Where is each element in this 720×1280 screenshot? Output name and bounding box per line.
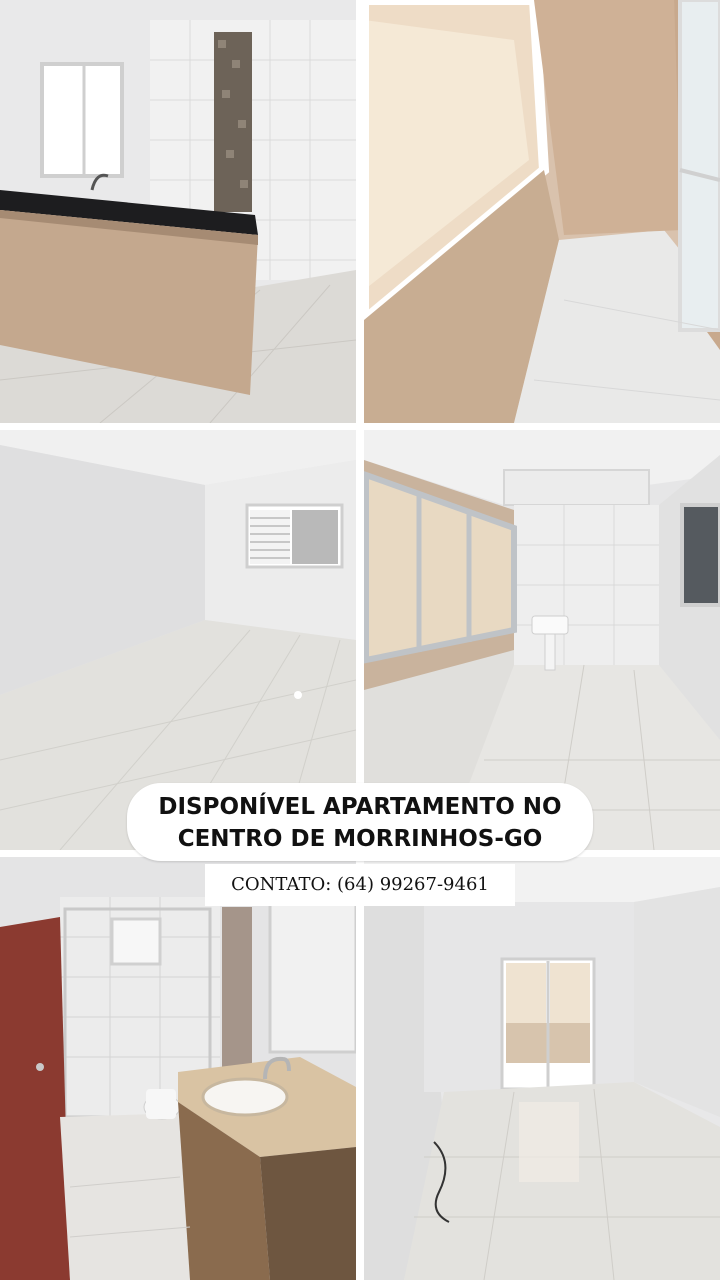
headline-banner: DISPONÍVEL APARTAMENTO NO CENTRO DE MORR… bbox=[127, 783, 593, 861]
living-room-photo bbox=[364, 857, 720, 1280]
kitchen-photo bbox=[0, 0, 356, 423]
contact-banner: CONTATO: (64) 99267-9461 bbox=[205, 864, 515, 906]
bathroom-photo bbox=[0, 857, 356, 1280]
hallway-photo bbox=[364, 0, 720, 423]
headline-line-1: DISPONÍVEL APARTAMENTO NO bbox=[158, 794, 562, 820]
headline-line-2: CENTRO DE MORRINHOS-GO bbox=[177, 826, 543, 852]
